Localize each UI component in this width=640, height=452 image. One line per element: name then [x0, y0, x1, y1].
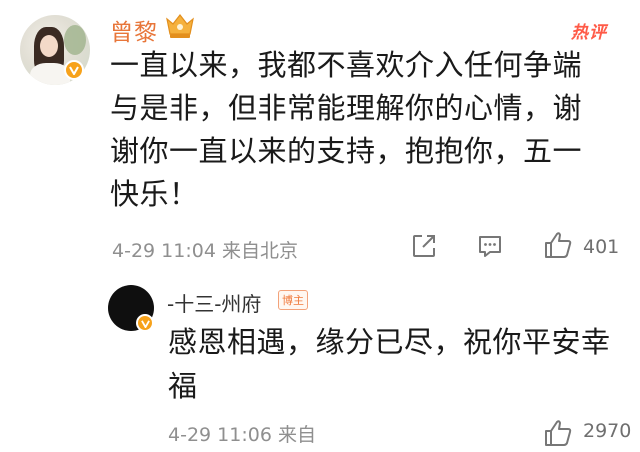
- reply-like-count: 2970: [583, 420, 632, 442]
- comment-time-location: 4-29 11:04 来自北京: [112, 240, 298, 262]
- verified-v-icon: [136, 314, 154, 332]
- share-icon[interactable]: [411, 233, 437, 259]
- reply-text: 感恩相遇，缘分已尽，祝你平安幸福: [168, 325, 611, 403]
- vip-badge-icon: [164, 12, 196, 40]
- reply-author-name[interactable]: -十三-州府: [167, 288, 261, 317]
- comment-icon[interactable]: [477, 233, 503, 259]
- avatar-face: [40, 35, 58, 57]
- author-badge: 博主: [278, 290, 308, 310]
- verified-v-icon: [64, 60, 84, 80]
- avatar-leaf: [64, 25, 86, 55]
- comment-author-name[interactable]: 曾黎: [110, 13, 158, 47]
- like-count: 401: [583, 236, 620, 258]
- reply-time-location: 4-29 11:06 来自: [168, 424, 316, 446]
- thumbs-up-icon[interactable]: [543, 230, 573, 260]
- hot-comment-badge: 热评: [571, 23, 607, 43]
- thumbs-up-icon[interactable]: [543, 418, 573, 448]
- comment-text: 一直以来，我都不喜欢介入任何争端与是非，但非常能理解你的心情，谢谢你一直以来的支…: [110, 48, 583, 211]
